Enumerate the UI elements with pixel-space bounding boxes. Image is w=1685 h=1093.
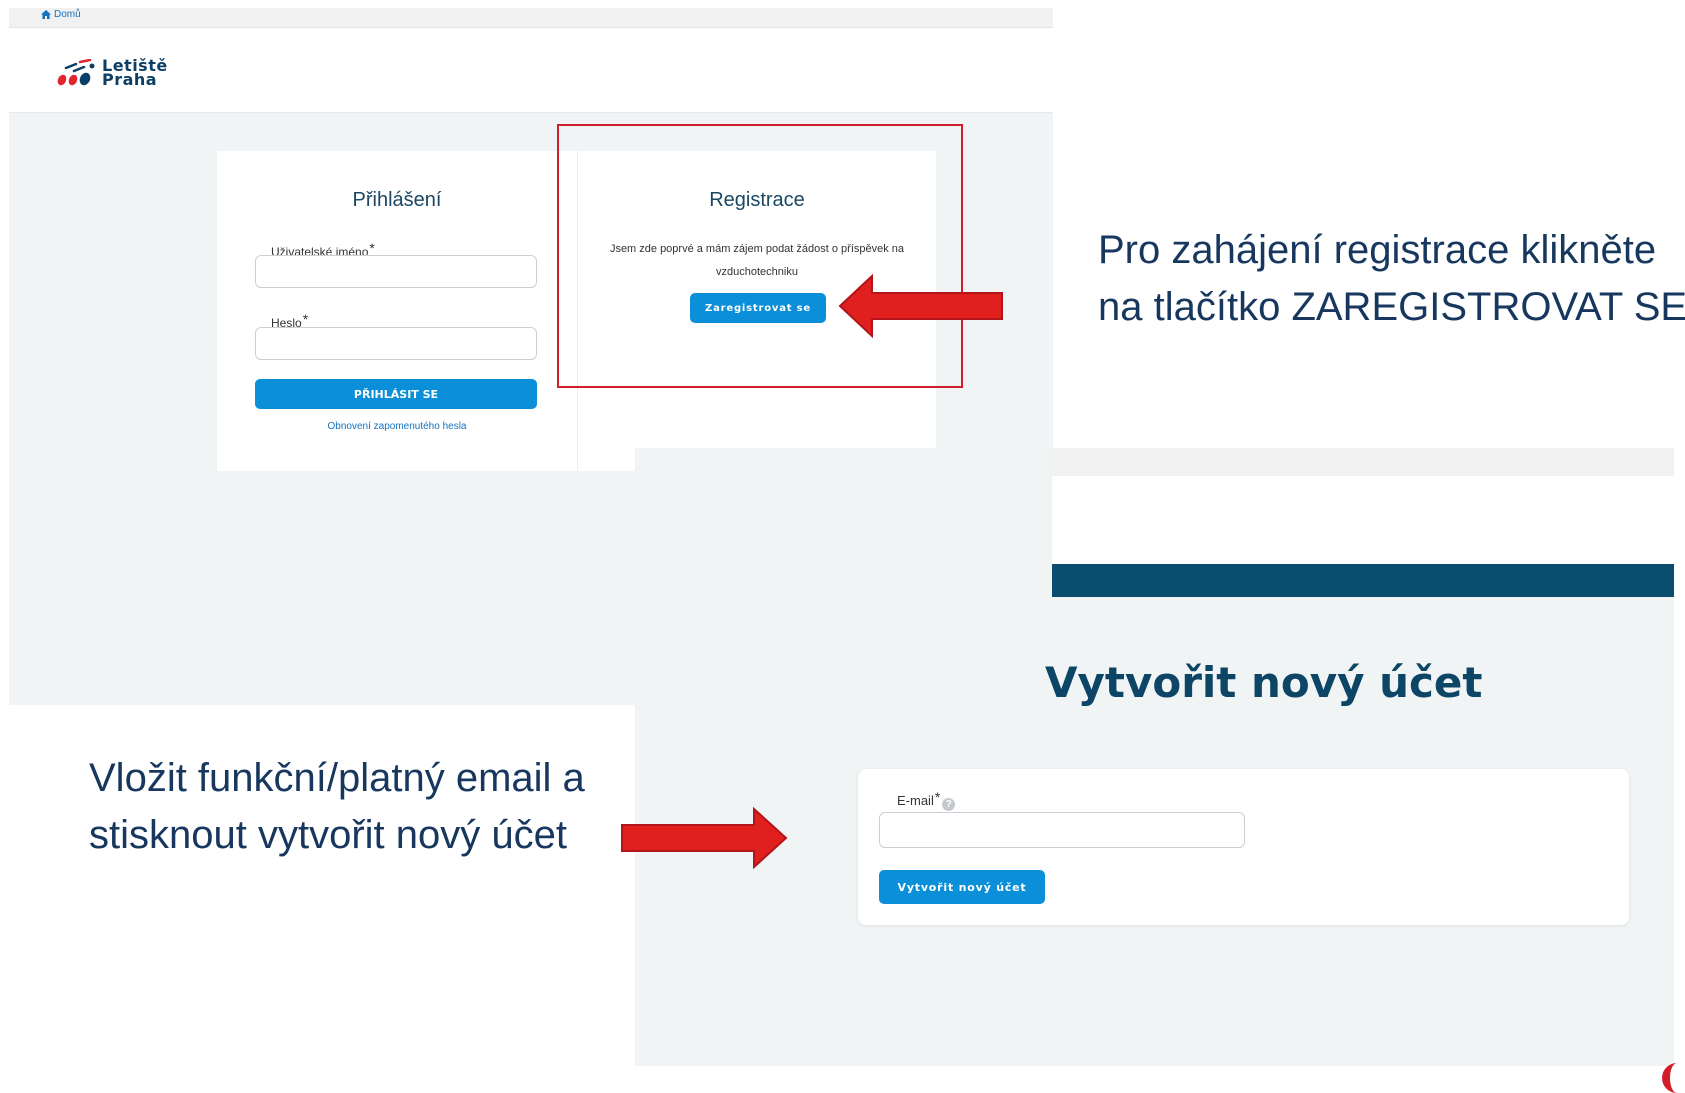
required-mark: *	[934, 789, 941, 805]
create-account-screenshot: Vytvořit nový účet E-mail*? Vytvořit nov…	[635, 448, 1674, 1066]
register-instruction: Pro zahájení registrace klikněte na tlač…	[1098, 222, 1685, 336]
username-input[interactable]	[255, 255, 537, 288]
login-button[interactable]: PŘIHLÁSIT SE	[255, 379, 537, 409]
create-account-form: E-mail*? Vytvořit nový účet	[858, 769, 1629, 925]
arrow-left-icon	[838, 274, 1003, 338]
help-icon[interactable]: ?	[942, 798, 956, 811]
arrow-right-icon	[621, 807, 788, 869]
highlight-box	[557, 124, 963, 388]
email-instruction: Vložit funkční/platný email a stisknout …	[89, 756, 585, 857]
email-label: E-mail*?	[897, 789, 956, 811]
email-input[interactable]	[879, 812, 1245, 848]
logo-wordmark: Letiště Praha	[102, 58, 168, 89]
register-instruction-line-1: Pro zahájení registrace klikněte	[1098, 228, 1657, 272]
create-account-top-bar	[1052, 448, 1674, 476]
top-bar: Domů	[9, 8, 1053, 28]
logo-line-2: Praha	[102, 70, 158, 89]
login-card: Přihlášení Uživatelské jméno* Heslo* PŘI…	[217, 151, 577, 471]
required-mark: *	[369, 240, 375, 256]
password-input[interactable]	[255, 327, 537, 360]
letiste-praha-logo-icon	[57, 59, 95, 86]
forgot-password-link[interactable]: Obnovení zapomenutého hesla	[217, 421, 577, 432]
register-instruction-line-2: na tlačítko ZAREGISTROVAT SE	[1098, 285, 1685, 329]
corner-decoration	[1662, 1063, 1685, 1093]
home-icon	[41, 10, 51, 19]
breadcrumb-home-label: Domů	[54, 9, 81, 20]
required-mark: *	[302, 311, 309, 327]
create-account-banner	[1052, 564, 1674, 597]
create-account-header	[1052, 476, 1674, 564]
login-title: Přihlášení	[352, 189, 442, 211]
create-account-button[interactable]: Vytvořit nový účet	[879, 870, 1045, 904]
site-header: Letiště Praha	[9, 28, 1053, 113]
create-account-title: Vytvořit nový účet	[1045, 658, 1483, 707]
email-label-text: E-mail	[897, 793, 934, 808]
breadcrumb-home-link[interactable]: Domů	[41, 9, 81, 20]
site-logo[interactable]: Letiště Praha	[54, 58, 168, 89]
